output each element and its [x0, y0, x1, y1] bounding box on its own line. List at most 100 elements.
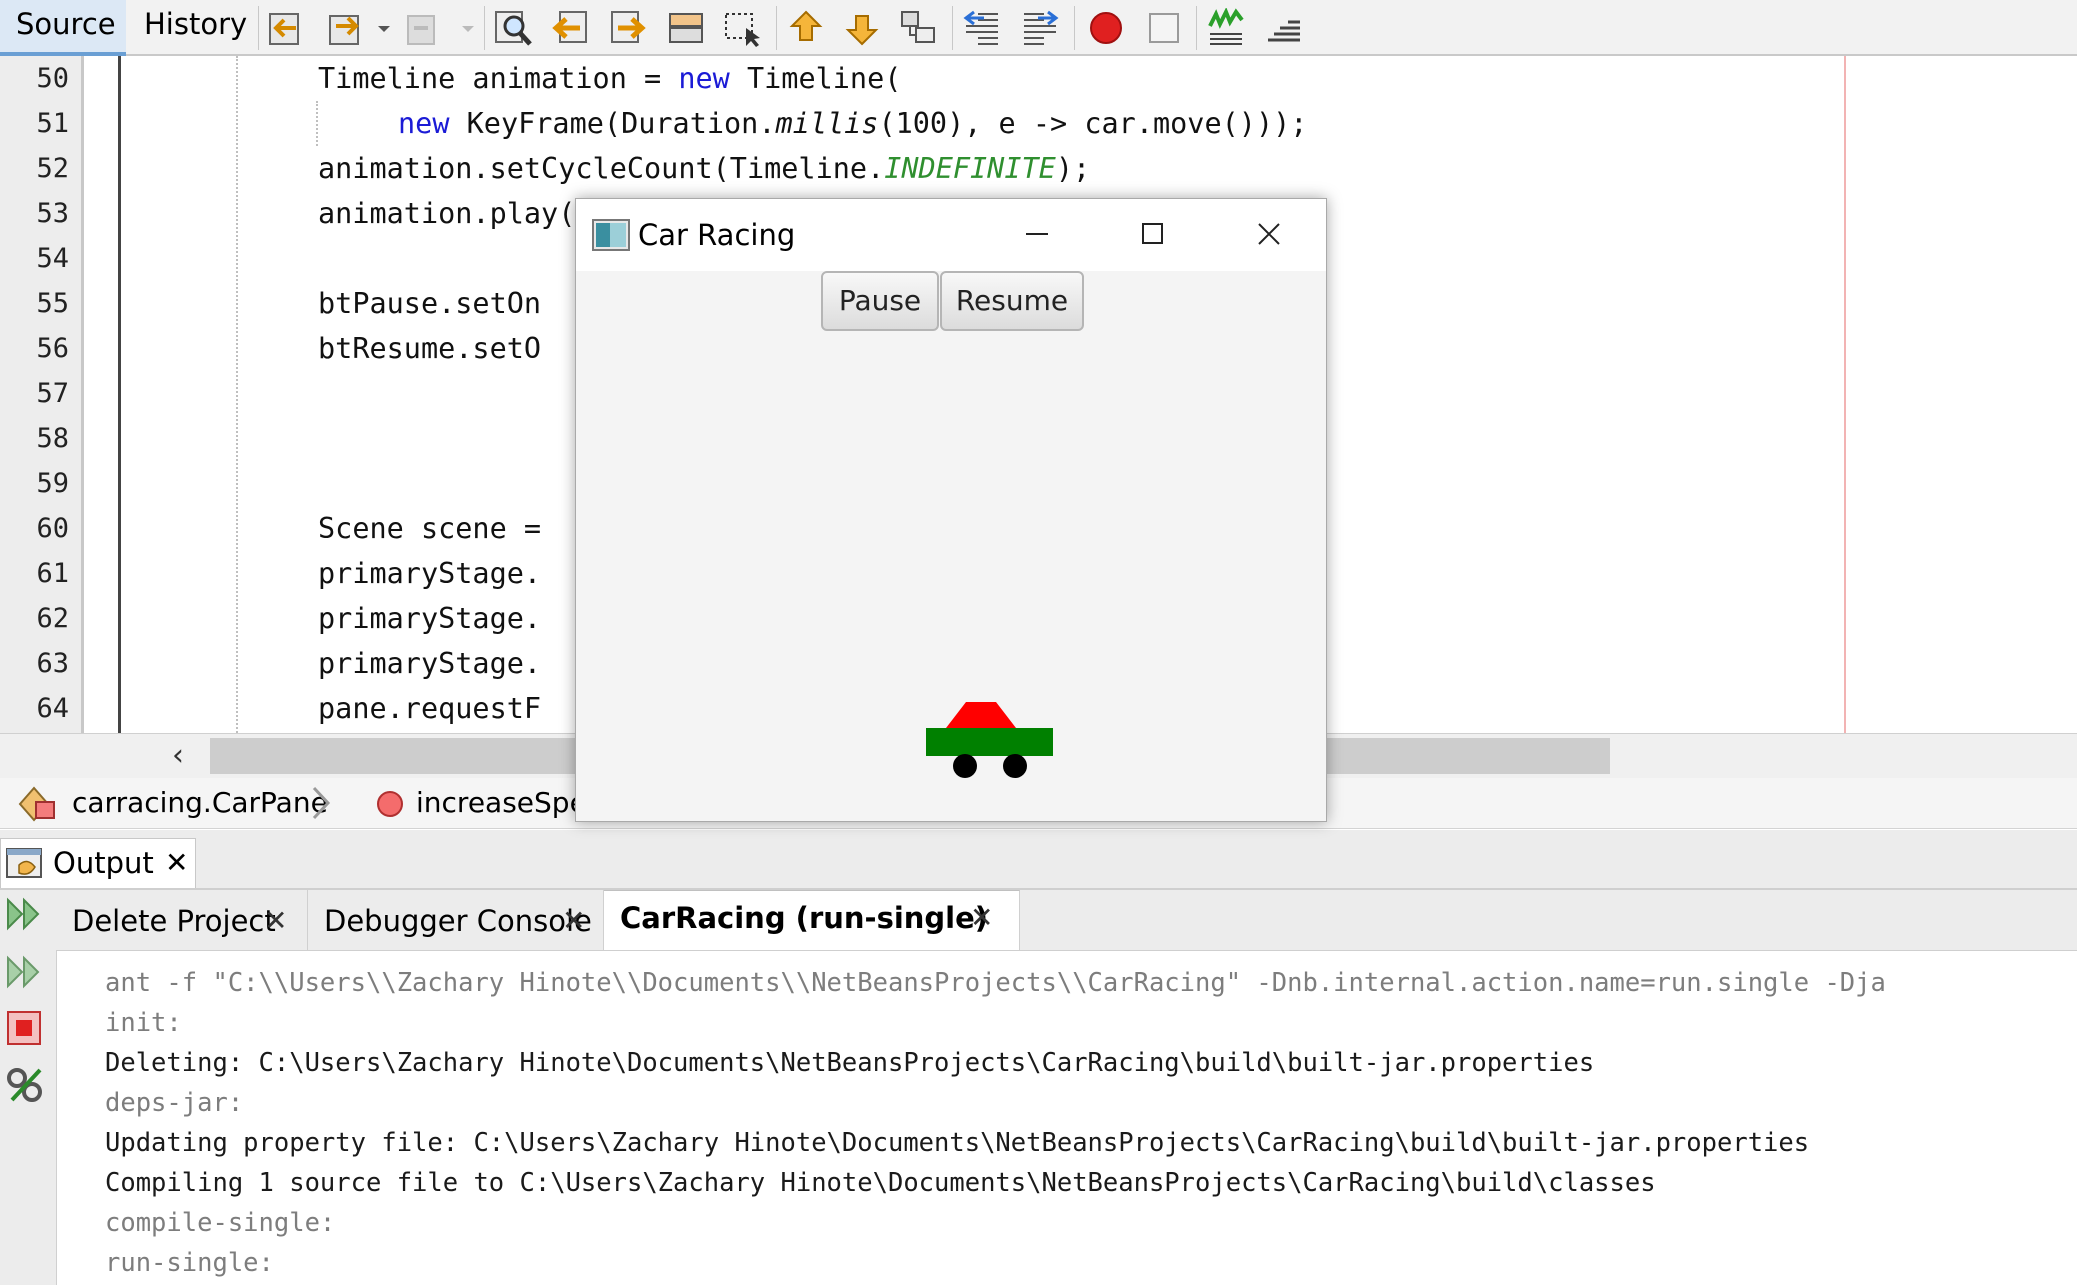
output-window-title: Output — [53, 846, 154, 880]
chevron-down-icon — [462, 26, 474, 32]
console-line: Updating property file: C:\Users\Zachary… — [105, 1128, 1810, 1158]
line-number: 56 — [36, 333, 69, 364]
line-number-gutter: 50 51 52 53 54 55 56 57 58 59 60 61 62 6… — [0, 56, 84, 733]
output-tabs: Delete Project ✕ Debugger Console ✕ CarR… — [56, 890, 2077, 951]
shift-right-icon[interactable] — [1020, 8, 1060, 48]
close-icon[interactable] — [1244, 211, 1294, 257]
check-icon[interactable] — [1206, 8, 1246, 48]
tab-label: CarRacing (run-single) — [620, 901, 989, 935]
line-number: 62 — [36, 603, 69, 634]
tab-source[interactable]: Source — [0, 0, 126, 56]
code-line-51: new KeyFrame(Duration.millis(100), e -> … — [398, 107, 1308, 140]
toolbar-separator — [1196, 6, 1197, 50]
select-rect-icon[interactable] — [722, 8, 762, 48]
console-line: run-single: — [105, 1248, 274, 1278]
code-line-61: primaryStage. — [318, 557, 542, 590]
class-icon — [18, 786, 55, 822]
tab-label: Delete Project — [72, 904, 276, 938]
toolbar-separator — [258, 6, 259, 50]
console-line: init: — [105, 1008, 182, 1038]
record-macro-icon[interactable] — [1086, 8, 1126, 48]
car-roof — [946, 702, 1016, 728]
output-window-tab[interactable]: Output ✕ — [0, 838, 196, 888]
disabled-icon — [407, 15, 435, 45]
stop-icon[interactable] — [4, 1008, 48, 1052]
comment-icon[interactable] — [1264, 8, 1304, 48]
line-number: 64 — [36, 693, 69, 724]
line-number: 51 — [36, 108, 69, 139]
output-window-header: Output ✕ — [0, 830, 2077, 890]
output-side-toolbar — [0, 890, 57, 1285]
chevron-down-icon[interactable] — [372, 8, 396, 48]
settings-icon[interactable] — [4, 1064, 48, 1108]
line-number: 63 — [36, 648, 69, 679]
rerun-with-params-icon[interactable] — [4, 952, 48, 996]
line-number: 61 — [36, 558, 69, 589]
tab-carracing-run-single[interactable]: CarRacing (run-single) ✕ — [604, 890, 1020, 950]
code-line-55: btPause.setOn — [318, 287, 542, 320]
line-number: 58 — [36, 423, 69, 454]
prev-bookmark-icon[interactable] — [786, 8, 826, 48]
console-line: Deleting: C:\Users\Zachary Hinote\Docume… — [105, 1048, 1595, 1078]
toolbar-separator — [952, 6, 953, 50]
next-bookmark-icon[interactable] — [842, 8, 882, 48]
java-app-icon — [592, 219, 630, 251]
toolbar-separator — [1074, 6, 1075, 50]
car-graphic — [926, 702, 1053, 778]
code-line-60: Scene scene = — [318, 512, 542, 545]
line-number: 54 — [36, 243, 69, 274]
console-line: Compiling 1 source file to C:\Users\Zach… — [105, 1168, 1656, 1198]
code-line-62: primaryStage. — [318, 602, 542, 635]
close-icon[interactable]: ✕ — [264, 890, 287, 952]
car-body — [926, 728, 1053, 756]
back-icon[interactable] — [266, 8, 306, 48]
forward-icon[interactable] — [326, 8, 366, 48]
toolbar-separator — [484, 6, 485, 50]
next-occurrence-icon[interactable] — [608, 8, 648, 48]
code-line-53: animation.play(); — [318, 197, 610, 230]
chevron-right-icon — [312, 786, 331, 820]
fold-guide — [118, 56, 121, 733]
code-line-64: pane.requestF — [318, 692, 542, 725]
code-line-50: Timeline animation = new Timeline( — [318, 62, 902, 95]
indent-guide — [316, 101, 318, 146]
rerun-icon[interactable] — [4, 894, 48, 938]
prev-occurrence-icon[interactable] — [550, 8, 590, 48]
window-title: Car Racing — [638, 218, 796, 252]
close-icon[interactable]: ✕ — [970, 891, 993, 945]
code-line-52: animation.setCycleCount(Timeline.INDEFIN… — [318, 152, 1091, 185]
code-line-63: primaryStage. — [318, 647, 542, 680]
line-number: 52 — [36, 153, 69, 184]
pause-button[interactable]: Pause — [821, 271, 939, 331]
line-number: 50 — [36, 63, 69, 94]
window-titlebar[interactable]: Car Racing — [576, 199, 1326, 271]
close-icon[interactable]: ✕ — [562, 890, 585, 952]
scroll-left-icon[interactable]: ‹ — [158, 734, 198, 778]
console-output[interactable]: ant -f "C:\\Users\\Zachary Hinote\\Docum… — [57, 951, 2077, 1285]
tab-label: Debugger Console — [324, 904, 592, 938]
console-line: deps-jar: — [105, 1088, 244, 1118]
minimize-icon[interactable] — [1012, 211, 1062, 257]
toggle-highlight-icon[interactable] — [666, 8, 706, 48]
maximize-icon[interactable] — [1128, 211, 1178, 257]
car-racing-window[interactable]: Car Racing Pause Resume — [575, 198, 1327, 822]
stop-macro-icon[interactable] — [1144, 8, 1184, 48]
car-wheel — [1003, 754, 1027, 778]
code-line-56: btResume.setO — [318, 332, 542, 365]
toolbar-separator — [776, 6, 777, 50]
console-line: compile-single: — [105, 1208, 336, 1238]
shift-left-icon[interactable] — [962, 8, 1002, 48]
line-number: 55 — [36, 288, 69, 319]
tab-delete-project[interactable]: Delete Project ✕ — [56, 890, 308, 950]
tab-history[interactable]: History — [128, 0, 256, 56]
search-icon[interactable] — [494, 8, 534, 48]
line-number: 57 — [36, 378, 69, 409]
line-number: 60 — [36, 513, 69, 544]
console-line: ant -f "C:\\Users\\Zachary Hinote\\Docum… — [105, 968, 1886, 998]
resume-button[interactable]: Resume — [940, 271, 1084, 331]
toggle-bookmark-icon[interactable] — [898, 8, 938, 48]
close-icon[interactable]: ✕ — [165, 843, 188, 883]
right-margin-line — [1844, 56, 1846, 733]
breadcrumb-class[interactable]: carracing.CarPane — [72, 784, 328, 822]
tab-debugger-console[interactable]: Debugger Console ✕ — [308, 890, 604, 950]
